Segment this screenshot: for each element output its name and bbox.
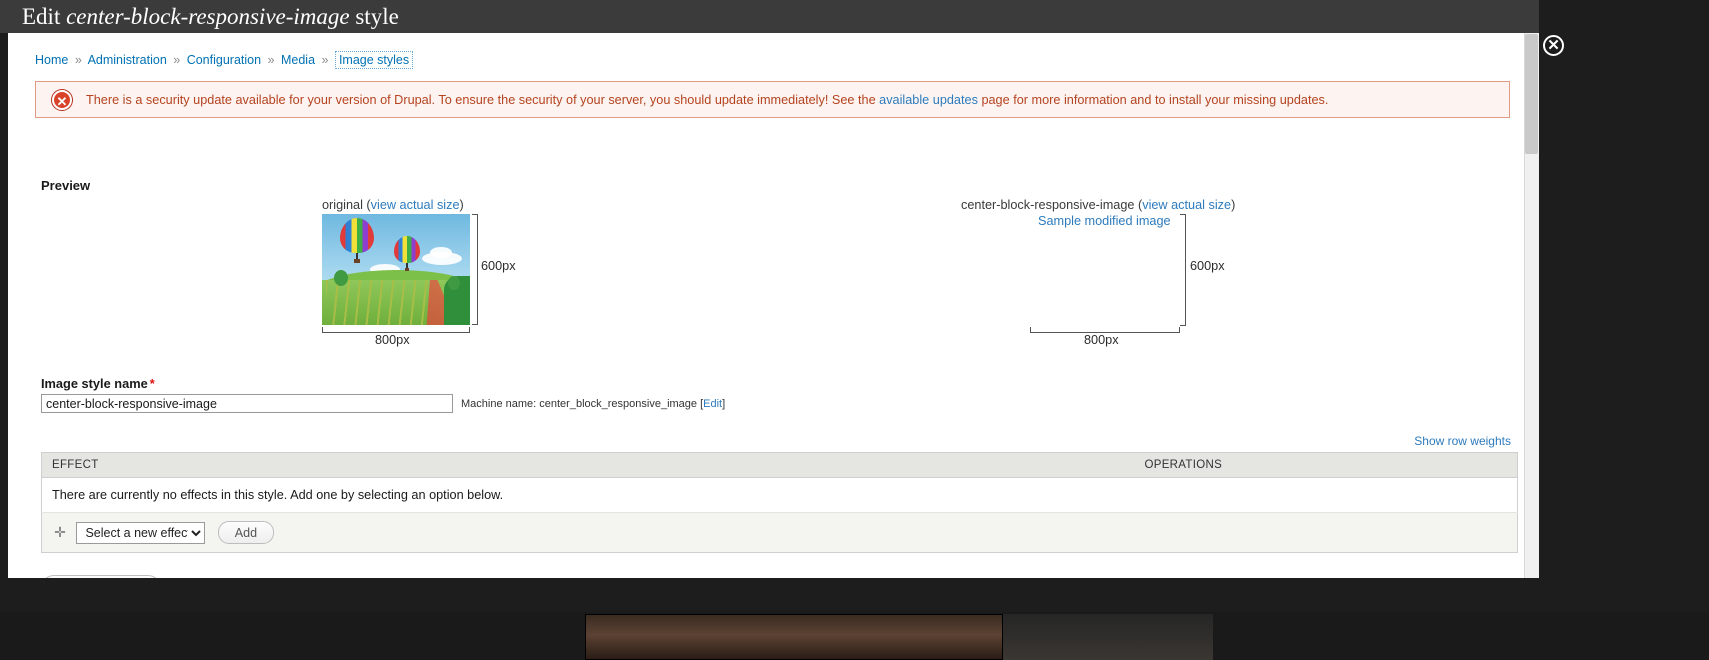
derived-caption-prefix: center-block-responsive-image ( [961, 198, 1143, 212]
background-footer-image [585, 614, 1003, 660]
balloon-envelope [394, 236, 420, 264]
column-header-effect: EFFECT [41, 452, 1135, 478]
overlay-scrollbar-thumb[interactable] [1525, 34, 1538, 154]
machine-name-prefix: Machine name: [461, 398, 540, 410]
overlay-titlebar: Edit center-block-responsive-image style [0, 0, 1539, 33]
error-icon: ✕ [52, 89, 72, 110]
derived-height-label: 600px [1190, 259, 1225, 273]
derived-preview-caption: center-block-responsive-image (view actu… [961, 198, 1235, 212]
effects-add-row: ✛ Select a new effect Add [41, 512, 1518, 553]
column-header-operations: OPERATIONS [1134, 452, 1518, 478]
breadcrumb-separator: » [74, 53, 82, 67]
overlay-scrollbar[interactable] [1524, 33, 1539, 578]
effects-add-cell: ✛ Select a new effect Add [41, 512, 1518, 553]
image-tree [334, 270, 348, 286]
breadcrumb-item-home[interactable]: Home [35, 53, 68, 67]
derived-caption-suffix: ) [1231, 198, 1236, 212]
hot-air-balloon-icon [394, 236, 420, 271]
page-title-style-name: center-block-responsive-image [66, 4, 350, 29]
effects-table-header-row: EFFECT OPERATIONS [41, 452, 1518, 478]
breadcrumb-item-media[interactable]: Media [281, 53, 315, 67]
page-title: Edit center-block-responsive-image style [22, 3, 399, 31]
derived-height-bracket [1180, 214, 1186, 326]
breadcrumb-separator: » [321, 53, 329, 67]
original-view-actual-size-link[interactable]: view actual size [371, 198, 460, 212]
original-width-label: 800px [375, 333, 410, 347]
original-height-bracket [472, 214, 478, 325]
derived-width-label: 800px [1084, 333, 1119, 347]
original-height-label: 600px [481, 259, 516, 273]
machine-name-value: center_block_responsive_image [539, 398, 698, 410]
hot-air-balloon-icon [340, 218, 374, 263]
effects-table: EFFECT OPERATIONS There are currently no… [41, 452, 1518, 553]
machine-name-bracket-close: ] [722, 398, 726, 410]
image-cloud [430, 247, 452, 258]
required-marker: * [149, 376, 155, 391]
breadcrumb-separator: » [267, 53, 275, 67]
balloon-basket [354, 258, 360, 263]
derived-view-actual-size-link[interactable]: view actual size [1142, 198, 1231, 212]
page-title-suffix: style [349, 4, 399, 29]
new-effect-select[interactable]: Select a new effect [76, 521, 206, 544]
image-vine-rows [326, 280, 436, 325]
original-caption-suffix: ) [459, 198, 464, 212]
derived-preview-image[interactable] [1030, 214, 1180, 326]
update-style-button[interactable]: Update style [41, 575, 161, 578]
add-effect-button[interactable]: Add [217, 521, 274, 544]
balloon-envelope [340, 218, 374, 254]
breadcrumb: Home » Administration » Configuration » … [35, 51, 414, 69]
page-title-prefix: Edit [22, 4, 67, 29]
security-update-error-message: ✕ There is a security update available f… [35, 81, 1510, 118]
breadcrumb-item-administration[interactable]: Administration [88, 53, 167, 67]
derived-preview-alt-text[interactable]: Sample modified image [1038, 214, 1171, 228]
breadcrumb-item-image-styles[interactable]: Image styles [334, 51, 414, 69]
balloon-basket [404, 267, 410, 271]
machine-name-edit-link[interactable]: Edit [703, 398, 722, 410]
style-name-label-text: Image style name [41, 376, 148, 391]
image-tree [448, 276, 460, 290]
original-caption-prefix: original ( [322, 198, 371, 212]
error-message-text: There is a security update available for… [86, 92, 1328, 108]
overlay-body: Home » Administration » Configuration » … [8, 33, 1539, 578]
drag-handle-icon[interactable]: ✛ [52, 524, 68, 541]
original-preview-image[interactable] [322, 214, 470, 325]
style-name-input[interactable] [41, 394, 453, 413]
breadcrumb-separator: » [173, 53, 181, 67]
background-footer-image-secondary [1003, 614, 1213, 660]
error-text-before: There is a security update available for… [86, 92, 880, 107]
effects-empty-row: There are currently no effects in this s… [41, 477, 1518, 513]
effects-empty-message: There are currently no effects in this s… [41, 477, 1518, 513]
available-updates-link[interactable]: available updates [879, 93, 978, 107]
preview-heading: Preview [41, 178, 91, 193]
original-preview-caption: original (view actual size) [322, 198, 464, 212]
show-row-weights-link[interactable]: Show row weights [1414, 434, 1511, 448]
close-icon[interactable]: ✕ [1543, 35, 1564, 56]
breadcrumb-item-configuration[interactable]: Configuration [187, 53, 261, 67]
error-text-after: page for more information and to install… [977, 92, 1329, 107]
machine-name: Machine name: center_block_responsive_im… [461, 398, 725, 410]
style-name-label: Image style name * [41, 376, 155, 391]
